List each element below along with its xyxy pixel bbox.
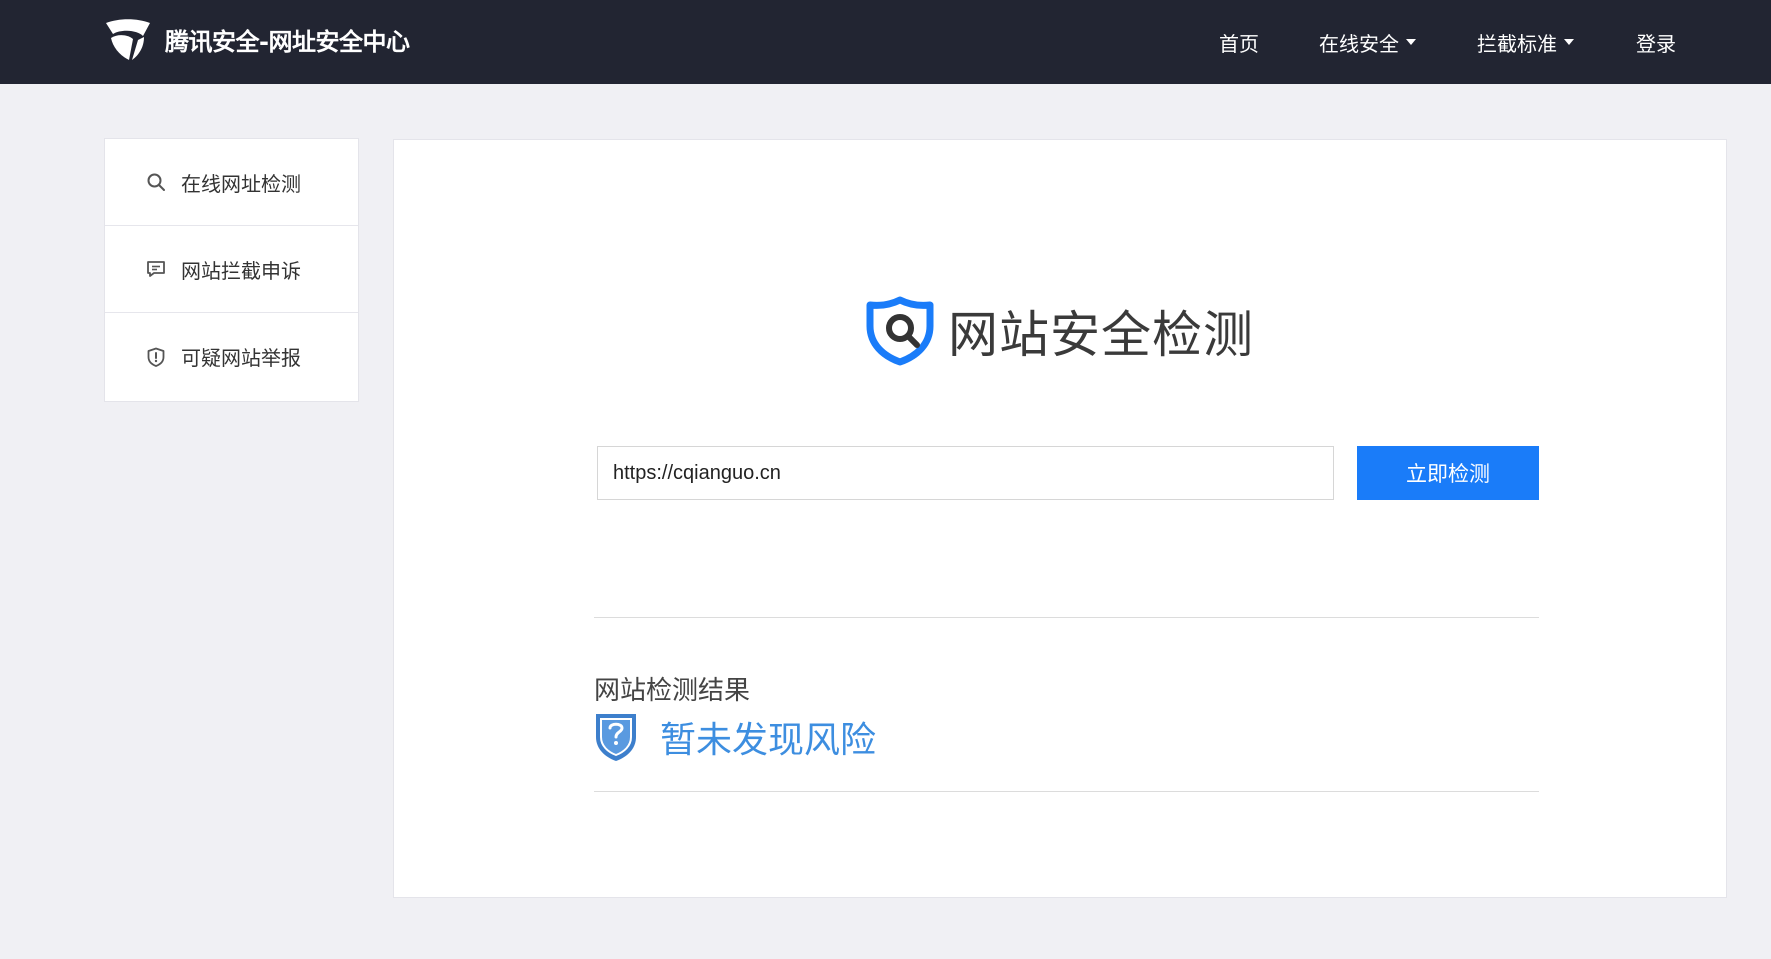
nav-home[interactable]: 首页 — [1219, 0, 1259, 84]
url-input[interactable] — [597, 446, 1334, 500]
result-status-text: 暂未发现风险 — [660, 720, 877, 761]
nav-online-security[interactable]: 在线安全 — [1319, 0, 1416, 84]
nav-online-security-label: 在线安全 — [1319, 31, 1399, 56]
sidebar-item-label: 可疑网站举报 — [181, 346, 301, 370]
shield-search-icon — [866, 296, 934, 366]
page-heading: 网站安全检测 — [866, 296, 1254, 366]
sidebar-item-label: 网站拦截申诉 — [181, 258, 301, 283]
result-title: 网站检测结果 — [594, 676, 751, 706]
shield-question-icon — [596, 714, 636, 761]
shield-alert-icon — [147, 347, 165, 367]
message-icon — [147, 261, 165, 277]
nav-block-standard[interactable]: 拦截标准 — [1477, 0, 1574, 84]
nav-home-label: 首页 — [1219, 31, 1259, 56]
search-icon — [147, 173, 165, 191]
brand[interactable]: 腾讯安全-网址安全中心 — [103, 14, 410, 64]
nav-login-label: 登录 — [1636, 31, 1676, 56]
result-status: 暂未发现风险 — [594, 710, 876, 764]
divider-top — [594, 617, 1539, 618]
check-now-button[interactable]: 立即检测 — [1357, 446, 1539, 500]
nav-login[interactable]: 登录 — [1636, 0, 1676, 84]
caret-down-icon — [1564, 39, 1574, 45]
main-panel: 网站安全检测 立即检测 网站检测结果 暂未发现风险 — [393, 139, 1727, 898]
sidebar-item-label: 在线网址检测 — [181, 171, 301, 196]
top-header: 腾讯安全-网址安全中心 首页 在线安全 拦截标准 登录 — [0, 0, 1771, 84]
nav-block-standard-label: 拦截标准 — [1477, 31, 1557, 56]
sidebar-item-appeal[interactable]: 网站拦截申诉 — [105, 226, 358, 313]
sidebar-item-url-check[interactable]: 在线网址检测 — [105, 139, 358, 226]
brand-title: 腾讯安全-网址安全中心 — [165, 27, 410, 56]
page-title: 网站安全检测 — [948, 306, 1254, 364]
sidebar-item-report[interactable]: 可疑网站举报 — [105, 313, 358, 400]
caret-down-icon — [1406, 39, 1416, 45]
divider-bottom — [594, 791, 1539, 792]
sidebar: 在线网址检测 网站拦截申诉 可疑网站举报 — [104, 138, 359, 402]
tencent-security-logo-icon — [106, 19, 150, 60]
